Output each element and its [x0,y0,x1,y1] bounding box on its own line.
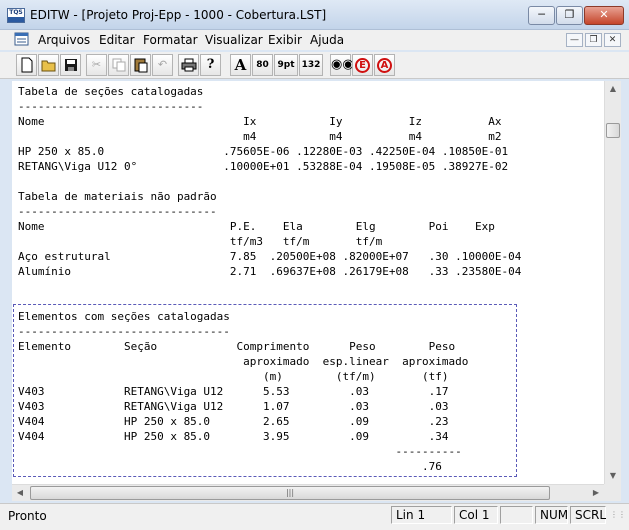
size-80-button[interactable]: 80 [252,54,273,76]
status-scrl: SCRL [570,506,606,524]
frame-left [0,79,12,503]
text-line: aproximado esp.linear aproximado [18,355,469,368]
help-button[interactable]: ? [200,54,221,76]
close-icon: ✕ [599,8,609,21]
close-button[interactable]: ✕ [584,6,624,25]
new-file-button[interactable] [16,54,37,76]
scroll-down-icon[interactable]: ▼ [605,468,621,484]
status-num: NUM [535,506,568,524]
text-line: Nome P.E. Ela Elg Poi Exp [18,220,495,233]
copy-button[interactable] [108,54,129,76]
font-button[interactable]: A [230,54,251,76]
text-line: -------------------------------- [18,325,230,338]
grip-icon: ||| [285,488,295,497]
circle-a-icon: A [377,58,392,73]
print-button[interactable] [178,54,199,76]
text-line: V404 HP 250 x 85.0 2.65 .09 .23 [18,415,449,428]
document-menu-icon[interactable] [14,32,30,46]
scroll-up-icon[interactable]: ▲ [605,81,621,97]
open-file-button[interactable] [38,54,59,76]
minimize-icon: ─ [538,8,545,21]
status-text: Pronto [8,509,47,523]
scrollbar-corner [604,484,621,501]
text-line: Tabela de seções catalogadas [18,85,204,98]
size-132-button[interactable]: 132 [299,54,323,76]
document-text-area[interactable]: Tabela de seções catalogadas ------------… [12,81,604,484]
text-line: ------------------------------ [18,205,217,218]
size-9pt-button[interactable]: 9pt [274,54,298,76]
circle-a-button[interactable]: A [374,54,395,76]
text-line: tf/m3 tf/m tf/m [18,235,383,248]
resize-grip-icon[interactable]: ⋮⋮ [610,511,626,526]
text-line: ---------- [18,445,462,458]
vertical-scrollbar[interactable]: ▲ ▼ [604,81,621,484]
status-empty [500,506,533,524]
find-button[interactable]: ◉◉ [330,54,354,76]
restore-icon: ❐ [589,35,598,45]
circle-e-icon: E [355,58,370,73]
circle-e-button[interactable]: E [352,54,373,76]
frame-right [621,79,629,503]
save-button[interactable] [60,54,81,76]
text-line: V403 RETANG\Viga U12 1.07 .03 .03 [18,400,449,413]
new-file-icon [21,57,32,73]
horizontal-scroll-thumb[interactable]: ||| [30,486,550,500]
text-line: .76 [18,460,442,473]
status-line: Lin 1 [391,506,452,524]
paste-button[interactable] [130,54,151,76]
open-folder-icon [41,60,55,72]
scissors-icon: ✂ [91,58,102,71]
menu-arquivos[interactable]: Arquivos [38,33,90,47]
text-line: Elementos com seções catalogadas [18,310,230,323]
text-line: RETANG\Viga U12 0° .10000E+01 .53288E-04… [18,160,509,173]
vertical-scroll-thumb[interactable] [606,123,620,138]
window-title: EDITW - [Projeto Proj-Epp - 1000 - Cober… [30,8,327,22]
question-mark-icon: ? [206,57,215,72]
binoculars-icon: ◉◉ [331,57,354,72]
text-line: V403 RETANG\Viga U12 5.53 .03 .17 [18,385,449,398]
printer-icon [181,58,196,72]
mdi-minimize-button[interactable]: — [566,33,583,47]
text-line: Nome Ix Iy Iz Ax [18,115,502,128]
mdi-close-button[interactable]: ✕ [604,33,621,47]
menu-formatar[interactable]: Formatar [143,33,198,47]
scroll-right-icon[interactable]: ▶ [588,485,604,501]
app-icon[interactable]: TQS [7,8,25,23]
cut-button[interactable]: ✂ [86,54,107,76]
maximize-button[interactable]: ❐ [556,6,583,25]
text-line: Elemento Seção Comprimento Peso Peso [18,340,456,353]
mdi-restore-button[interactable]: ❐ [585,33,602,47]
copy-icon [112,58,125,72]
maximize-icon: ❐ [564,8,575,21]
horizontal-scrollbar[interactable]: ◀ ||| ▶ [12,484,604,501]
text-line: Aço estrutural 7.85 .20500E+08 .82000E+0… [18,250,522,263]
status-col: Col 1 [454,506,498,524]
save-icon [64,59,77,71]
minimize-button[interactable]: ─ [528,6,555,25]
menu-editar[interactable]: Editar [99,33,135,47]
close-icon: ✕ [608,35,617,45]
text-line: HP 250 x 85.0 .75605E-06 .12280E-03 .422… [18,145,509,158]
text-line: ---------------------------- [18,100,204,113]
text-line: m4 m4 m4 m2 [18,130,502,143]
paste-icon [134,58,147,73]
menu-exibir[interactable]: Exibir [268,33,302,47]
menu-ajuda[interactable]: Ajuda [310,33,344,47]
app-icon-label: TQS [9,9,23,16]
undo-button[interactable]: ↶ [152,54,173,76]
scroll-left-icon[interactable]: ◀ [12,485,28,501]
minimize-icon: — [570,35,579,45]
text-line: Alumínio 2.71 .69637E+08 .26179E+08 .33 … [18,265,522,278]
menu-visualizar[interactable]: Visualizar [205,33,263,47]
text-line: V404 HP 250 x 85.0 3.95 .09 .34 [18,430,449,443]
text-line: (m) (tf/m) (tf) [18,370,449,383]
text-line: Tabela de materiais não padrão [18,190,217,203]
undo-icon: ↶ [157,58,168,71]
